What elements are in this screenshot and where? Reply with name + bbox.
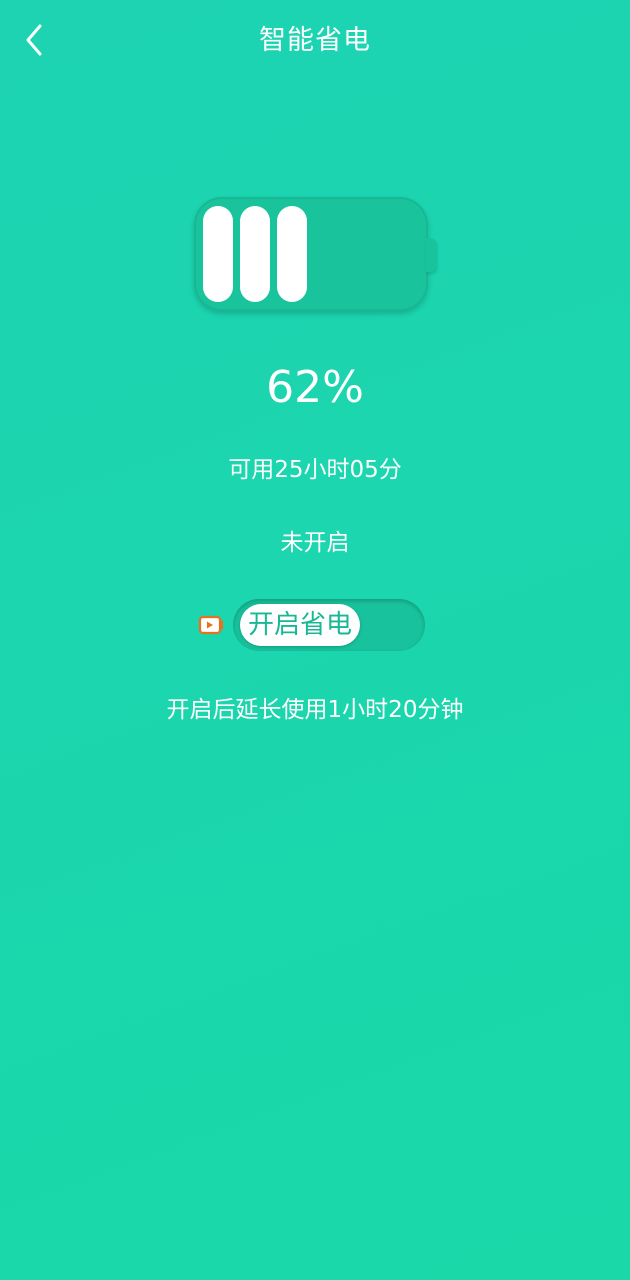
battery-level-bar: [203, 206, 233, 302]
page-title: 智能省电: [259, 25, 371, 56]
power-saving-toggle[interactable]: 开启省电: [233, 599, 425, 651]
battery-percent: 62%: [266, 362, 364, 413]
header-bar: 智能省电: [0, 0, 630, 82]
extend-info: 开启后延长使用1小时20分钟: [166, 697, 464, 723]
remaining-time: 可用25小时05分: [228, 457, 402, 483]
power-saving-toggle-label: 开启省电: [240, 604, 361, 646]
battery-level-bar: [277, 206, 307, 302]
battery-level-bar: [240, 206, 270, 302]
power-saving-status: 未开启: [280, 530, 350, 556]
battery-cap: [426, 238, 436, 272]
video-icon: [198, 615, 223, 635]
